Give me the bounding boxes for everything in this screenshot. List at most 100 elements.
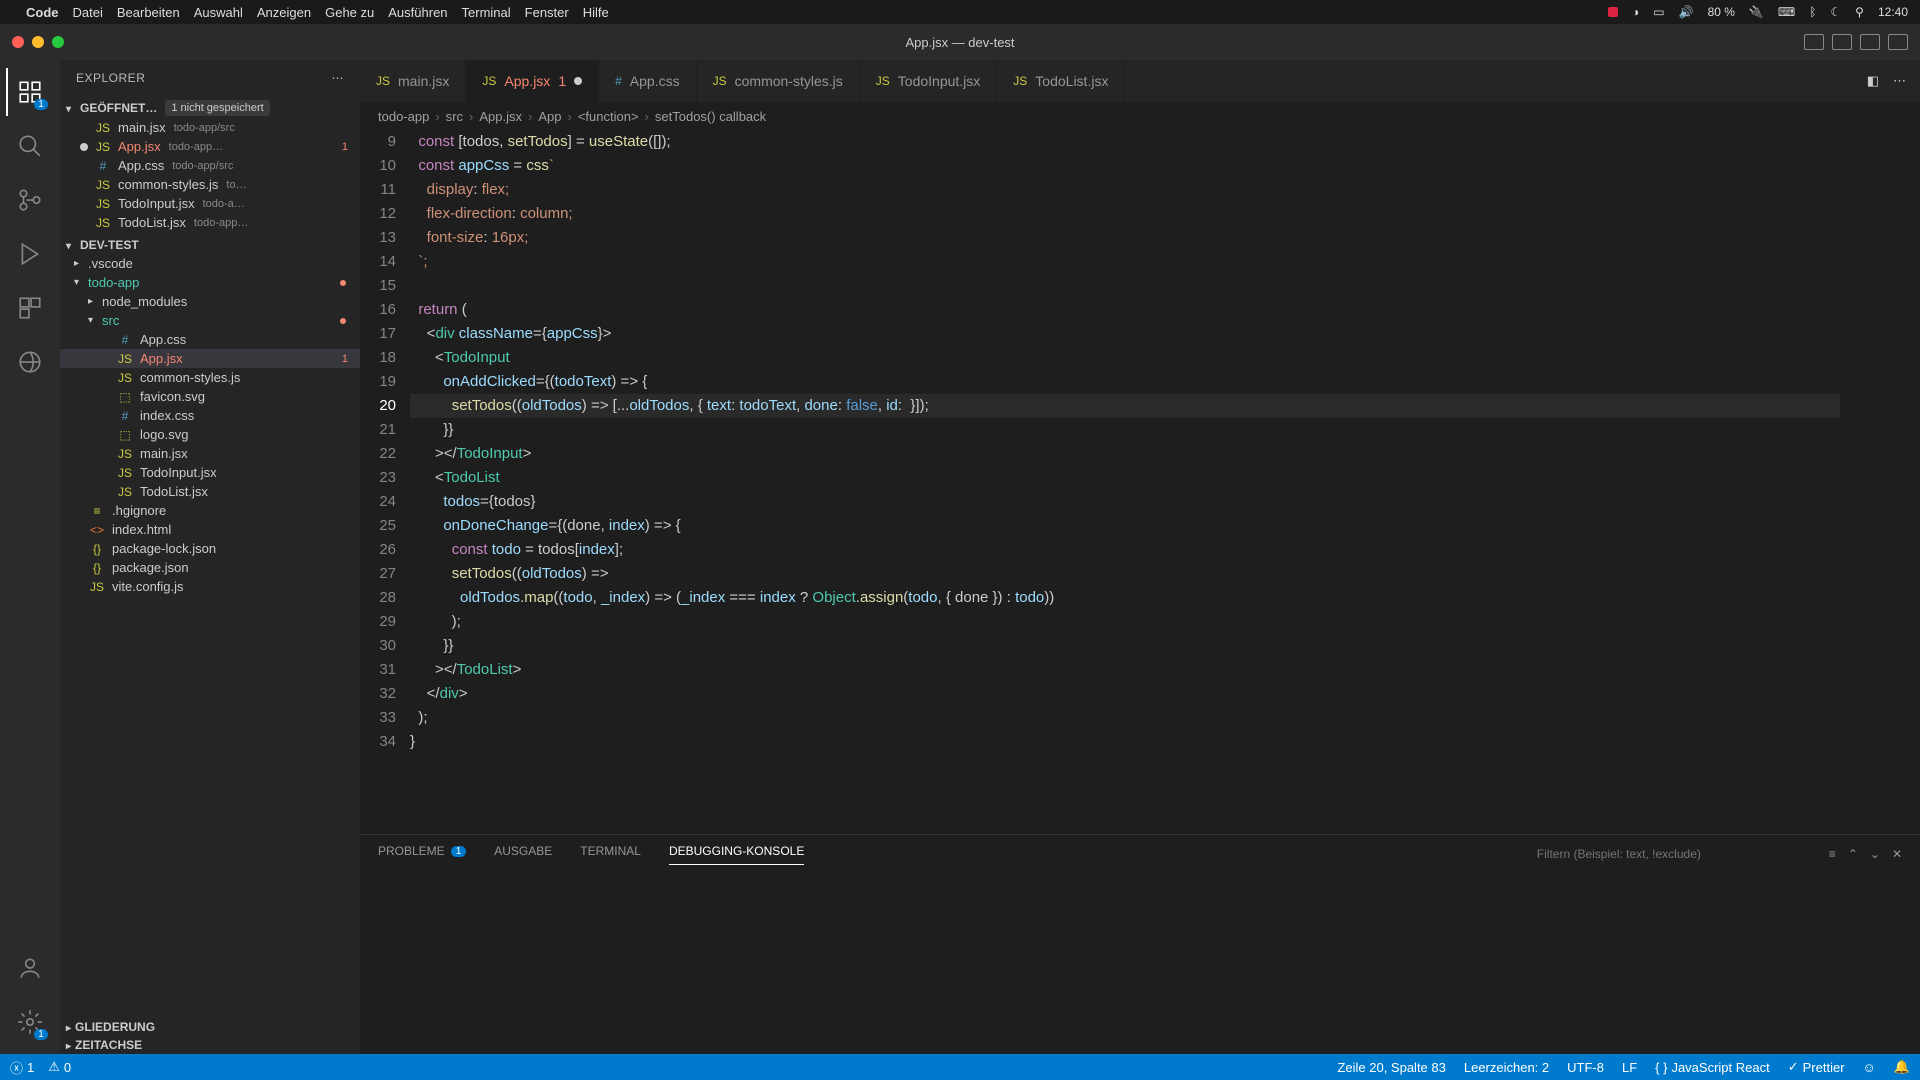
menu-view[interactable]: Anzeigen (257, 5, 311, 20)
breadcrumb-item[interactable]: App (538, 109, 561, 124)
menu-go[interactable]: Gehe zu (325, 5, 374, 20)
open-editor-item[interactable]: #App.csstodo-app/src (60, 156, 360, 175)
status-feedback-icon[interactable]: ☺ (1863, 1060, 1876, 1075)
status-language[interactable]: { } JavaScript React (1655, 1060, 1770, 1075)
close-window-button[interactable] (12, 36, 24, 48)
minimize-window-button[interactable] (32, 36, 44, 48)
file-item[interactable]: JSApp.jsx1 (60, 349, 360, 368)
panel-tab-output[interactable]: AUSGABE (494, 844, 552, 864)
chevron-up-icon[interactable]: ⌃ (1848, 847, 1858, 861)
more-icon[interactable]: ⋯ (332, 71, 345, 85)
folder-item[interactable]: ▸node_modules (60, 292, 360, 311)
status-encoding[interactable]: UTF-8 (1567, 1060, 1604, 1075)
split-editor-icon[interactable]: ◧ (1867, 73, 1879, 89)
activity-account[interactable] (6, 944, 54, 992)
panel-filter-input[interactable] (1537, 847, 1817, 861)
code-editor[interactable]: 9101112131415161718192021222324252627282… (360, 130, 1920, 834)
status-eol[interactable]: LF (1622, 1060, 1637, 1075)
editor-tab[interactable]: JSTodoList.jsx (997, 60, 1125, 102)
clock[interactable]: 12:40 (1878, 5, 1908, 19)
open-editor-item[interactable]: JSTodoList.jsxtodo-app… (60, 213, 360, 232)
activity-scm[interactable] (6, 176, 54, 224)
status-bell-icon[interactable]: 🔔 (1894, 1059, 1910, 1075)
minimap[interactable] (1840, 130, 1920, 834)
keyboard-layout-icon[interactable]: ⌨ (1778, 5, 1795, 19)
status-prettier[interactable]: ✓ Prettier (1788, 1059, 1845, 1075)
display-icon[interactable]: ▭ (1653, 5, 1664, 19)
breadcrumb-item[interactable]: setTodos() callback (655, 109, 766, 124)
app-name[interactable]: Code (26, 5, 59, 20)
editor-tab[interactable]: JSmain.jsx (360, 60, 466, 102)
activity-extensions[interactable] (6, 284, 54, 332)
activity-search[interactable] (6, 122, 54, 170)
activity-explorer[interactable]: 1 (6, 68, 54, 116)
panel-tab-debug-console[interactable]: DEBUGGING-KONSOLE (669, 844, 804, 865)
menu-edit[interactable]: Bearbeiten (117, 5, 180, 20)
layout-icon[interactable] (1888, 34, 1908, 50)
bluetooth-icon[interactable]: ᛒ (1809, 5, 1816, 19)
filter-icon[interactable]: ≡ (1829, 847, 1836, 861)
file-item[interactable]: ≡.hgignore (60, 501, 360, 520)
status-line-col[interactable]: Zeile 20, Spalte 83 (1337, 1060, 1445, 1075)
open-editor-item[interactable]: JScommon-styles.jsto… (60, 175, 360, 194)
layout-icon[interactable] (1804, 34, 1824, 50)
file-item[interactable]: {}package.json (60, 558, 360, 577)
file-item[interactable]: JSTodoInput.jsx (60, 463, 360, 482)
recording-icon[interactable] (1608, 7, 1618, 17)
editor-tab[interactable]: #App.css (599, 60, 697, 102)
tray-icon[interactable]: ◑ (1632, 5, 1639, 19)
battery-text[interactable]: 80 % (1708, 5, 1735, 19)
breadcrumb-item[interactable]: <function> (578, 109, 639, 124)
menu-window[interactable]: Fenster (525, 5, 569, 20)
folder-item[interactable]: ▾src (60, 311, 360, 330)
file-item[interactable]: {}package-lock.json (60, 539, 360, 558)
file-item[interactable]: JScommon-styles.js (60, 368, 360, 387)
more-icon[interactable]: ⋯ (1893, 73, 1906, 89)
layout-icon[interactable] (1860, 34, 1880, 50)
file-item[interactable]: ⬚logo.svg (60, 425, 360, 444)
layout-icon[interactable] (1832, 34, 1852, 50)
dnd-icon[interactable]: ☾ (1830, 5, 1841, 19)
panel-tab-problems[interactable]: PROBLEME1 (378, 844, 466, 864)
volume-icon[interactable]: 🔊 (1679, 5, 1694, 19)
battery-icon[interactable]: 🔌 (1749, 5, 1764, 19)
activity-settings[interactable]: 1 (6, 998, 54, 1046)
status-spaces[interactable]: Leerzeichen: 2 (1464, 1060, 1549, 1075)
menu-run[interactable]: Ausführen (388, 5, 447, 20)
project-header[interactable]: DEV-TEST (60, 236, 360, 254)
timeline-header[interactable]: ZEITACHSE (60, 1036, 360, 1054)
file-item[interactable]: #index.css (60, 406, 360, 425)
menu-help[interactable]: Hilfe (583, 5, 609, 20)
breadcrumb[interactable]: todo-app›src›App.jsx›App›<function>›setT… (360, 102, 1920, 130)
file-item[interactable]: <>index.html (60, 520, 360, 539)
maximize-window-button[interactable] (52, 36, 64, 48)
open-editor-item[interactable]: JSmain.jsxtodo-app/src (60, 118, 360, 137)
open-editors-header[interactable]: GEÖFFNET… 1 nicht gespeichert (60, 98, 360, 118)
folder-item[interactable]: ▸.vscode (60, 254, 360, 273)
breadcrumb-item[interactable]: App.jsx (479, 109, 522, 124)
panel-tab-terminal[interactable]: TERMINAL (580, 844, 641, 864)
chevron-down-icon[interactable]: ⌄ (1870, 847, 1880, 861)
editor-tab[interactable]: JScommon-styles.js (697, 60, 860, 102)
file-item[interactable]: ⬚favicon.svg (60, 387, 360, 406)
file-item[interactable]: JSTodoList.jsx (60, 482, 360, 501)
status-errors[interactable]: ⓧ 1 (10, 1058, 34, 1077)
open-editor-item[interactable]: JSApp.jsxtodo-app…1 (60, 137, 360, 156)
menu-selection[interactable]: Auswahl (194, 5, 243, 20)
folder-item[interactable]: ▾todo-app (60, 273, 360, 292)
close-icon[interactable]: ✕ (1892, 847, 1902, 861)
open-editor-item[interactable]: JSTodoInput.jsxtodo-a… (60, 194, 360, 213)
file-item[interactable]: #App.css (60, 330, 360, 349)
menu-terminal[interactable]: Terminal (462, 5, 511, 20)
file-item[interactable]: JSmain.jsx (60, 444, 360, 463)
breadcrumb-item[interactable]: src (446, 109, 463, 124)
file-item[interactable]: JSvite.config.js (60, 577, 360, 596)
editor-tab[interactable]: JSApp.jsx1 (466, 60, 599, 102)
breadcrumb-item[interactable]: todo-app (378, 109, 429, 124)
editor-tab[interactable]: JSTodoInput.jsx (860, 60, 998, 102)
activity-remote[interactable] (6, 338, 54, 386)
status-warnings[interactable]: ⚠ 0 (48, 1059, 71, 1075)
outline-header[interactable]: GLIEDERUNG (60, 1018, 360, 1036)
menu-file[interactable]: Datei (73, 5, 103, 20)
activity-debug[interactable] (6, 230, 54, 278)
